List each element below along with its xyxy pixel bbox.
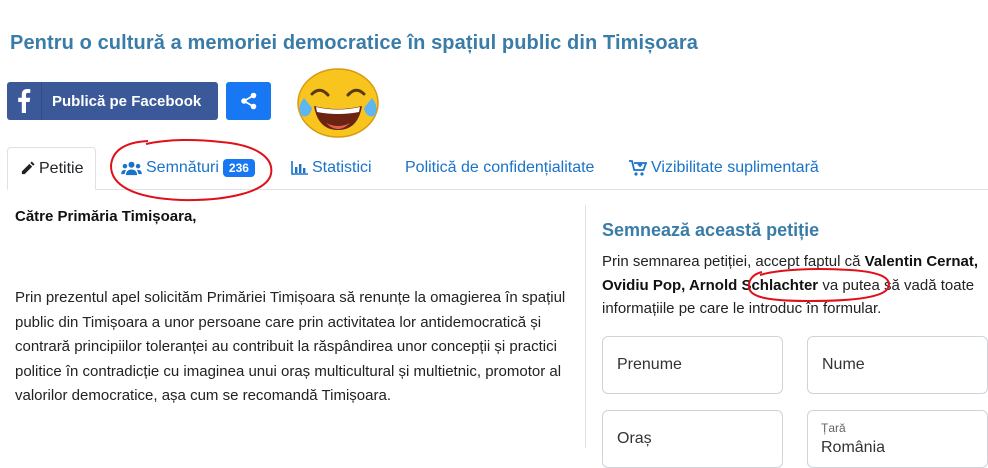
petition-body: Prin prezentul apel solicităm Primăriei … [15,289,566,404]
tab-bar: Petitie Semnături 236 Statistici Politic… [7,147,988,190]
page-title: Pentru o cultură a memoriei democratice … [10,32,699,54]
country-select[interactable]: Țară România [807,410,988,468]
tab-vizibilitate-label: Vizibilitate suplimentară [651,159,819,176]
petition-header: Către Primăria Timișoara, [15,208,565,225]
consent-text: Prin semnarea petiției, accept faptul că… [602,250,986,321]
signature-count-badge: 236 [222,159,255,177]
last-name-field[interactable]: Nume [807,336,988,394]
city-field[interactable]: Oraș [602,410,783,468]
tab-statistici[interactable]: Statistici [291,147,372,189]
facebook-icon [7,82,42,120]
facebook-share-button[interactable]: Publică pe Facebook [7,82,218,120]
tab-vizibilitate[interactable]: Vizibilitate suplimentară [629,147,819,189]
column-divider [585,205,586,448]
country-label: Țară [821,421,846,435]
cart-plus-icon [629,160,647,176]
petition-author-highlighted: Arnold Schlachter [688,276,819,294]
city-placeholder: Oraș [617,430,652,447]
tab-petitie-label: Petitie [39,159,84,177]
consent-prefix: Prin semnarea petiției, accept faptul că [602,253,865,270]
share-button[interactable] [226,82,271,120]
facebook-share-label: Publică pe Facebook [52,92,202,110]
tab-semnaturi[interactable]: Semnături 236 [121,147,255,189]
tab-politica-label: Politică de confidențialitate [405,159,595,176]
first-name-placeholder: Prenume [617,356,682,373]
tab-semnaturi-label: Semnături [146,159,219,176]
sign-petition-title: Semnează această petiție [602,220,820,240]
tab-petitie[interactable]: Petitie [7,147,97,190]
tab-politica[interactable]: Politică de confidențialitate [405,147,594,189]
users-icon [121,161,142,175]
bar-chart-icon [291,161,308,175]
country-value: România [821,439,886,456]
first-name-field[interactable]: Prenume [602,336,783,394]
pencil-icon [21,161,35,175]
petition-addressee: Către Primăria Timișoara, [15,208,197,225]
last-name-placeholder: Nume [822,356,865,373]
tab-statistici-label: Statistici [312,159,372,176]
share-icon [240,92,256,110]
tears-of-joy-emoji [297,68,379,138]
